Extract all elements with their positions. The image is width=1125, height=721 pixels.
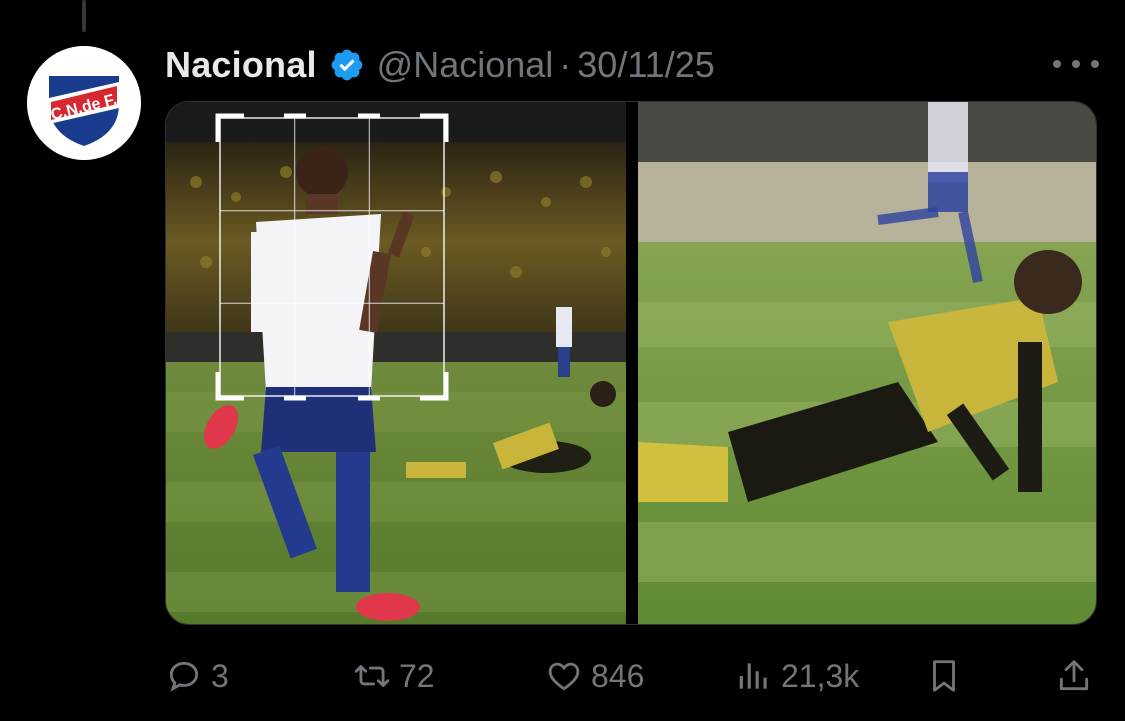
action-bar: 3 72 846 21,3k <box>165 648 1095 704</box>
repost-icon <box>354 665 390 687</box>
post-header: Nacional @Nacional · 30/11/25 <box>165 40 715 90</box>
verified-icon[interactable] <box>329 47 365 83</box>
like-button[interactable]: 846 <box>545 648 644 704</box>
repost-button[interactable]: 72 <box>353 648 435 704</box>
views-icon <box>739 663 767 689</box>
share-button[interactable] <box>1055 648 1101 704</box>
views-button[interactable]: 21,3k <box>735 648 859 704</box>
reply-count: 3 <box>211 657 229 694</box>
post-date[interactable]: 30/11/25 <box>577 44 714 86</box>
like-icon <box>548 662 580 691</box>
like-count: 846 <box>591 657 645 694</box>
separator-dot: · <box>559 44 572 85</box>
share-icon <box>1059 660 1089 691</box>
club-crest-logo: C.N.de F. <box>27 46 141 160</box>
bookmark-button[interactable] <box>925 648 971 704</box>
reply-button[interactable]: 3 <box>165 648 229 704</box>
display-name[interactable]: Nacional <box>165 44 317 86</box>
views-count: 21,3k <box>781 657 860 694</box>
more-icon[interactable] <box>1053 46 1099 82</box>
media-image-celebration[interactable] <box>166 102 626 624</box>
avatar[interactable]: C.N.de F. <box>27 46 141 160</box>
reply-icon <box>169 661 199 692</box>
repost-count: 72 <box>399 657 435 694</box>
bookmark-icon <box>933 660 955 692</box>
post-media[interactable] <box>165 101 1097 625</box>
thread-connector <box>82 0 86 32</box>
handle[interactable]: @Nacional <box>377 44 554 86</box>
media-image-fallen-player[interactable] <box>638 102 1096 624</box>
